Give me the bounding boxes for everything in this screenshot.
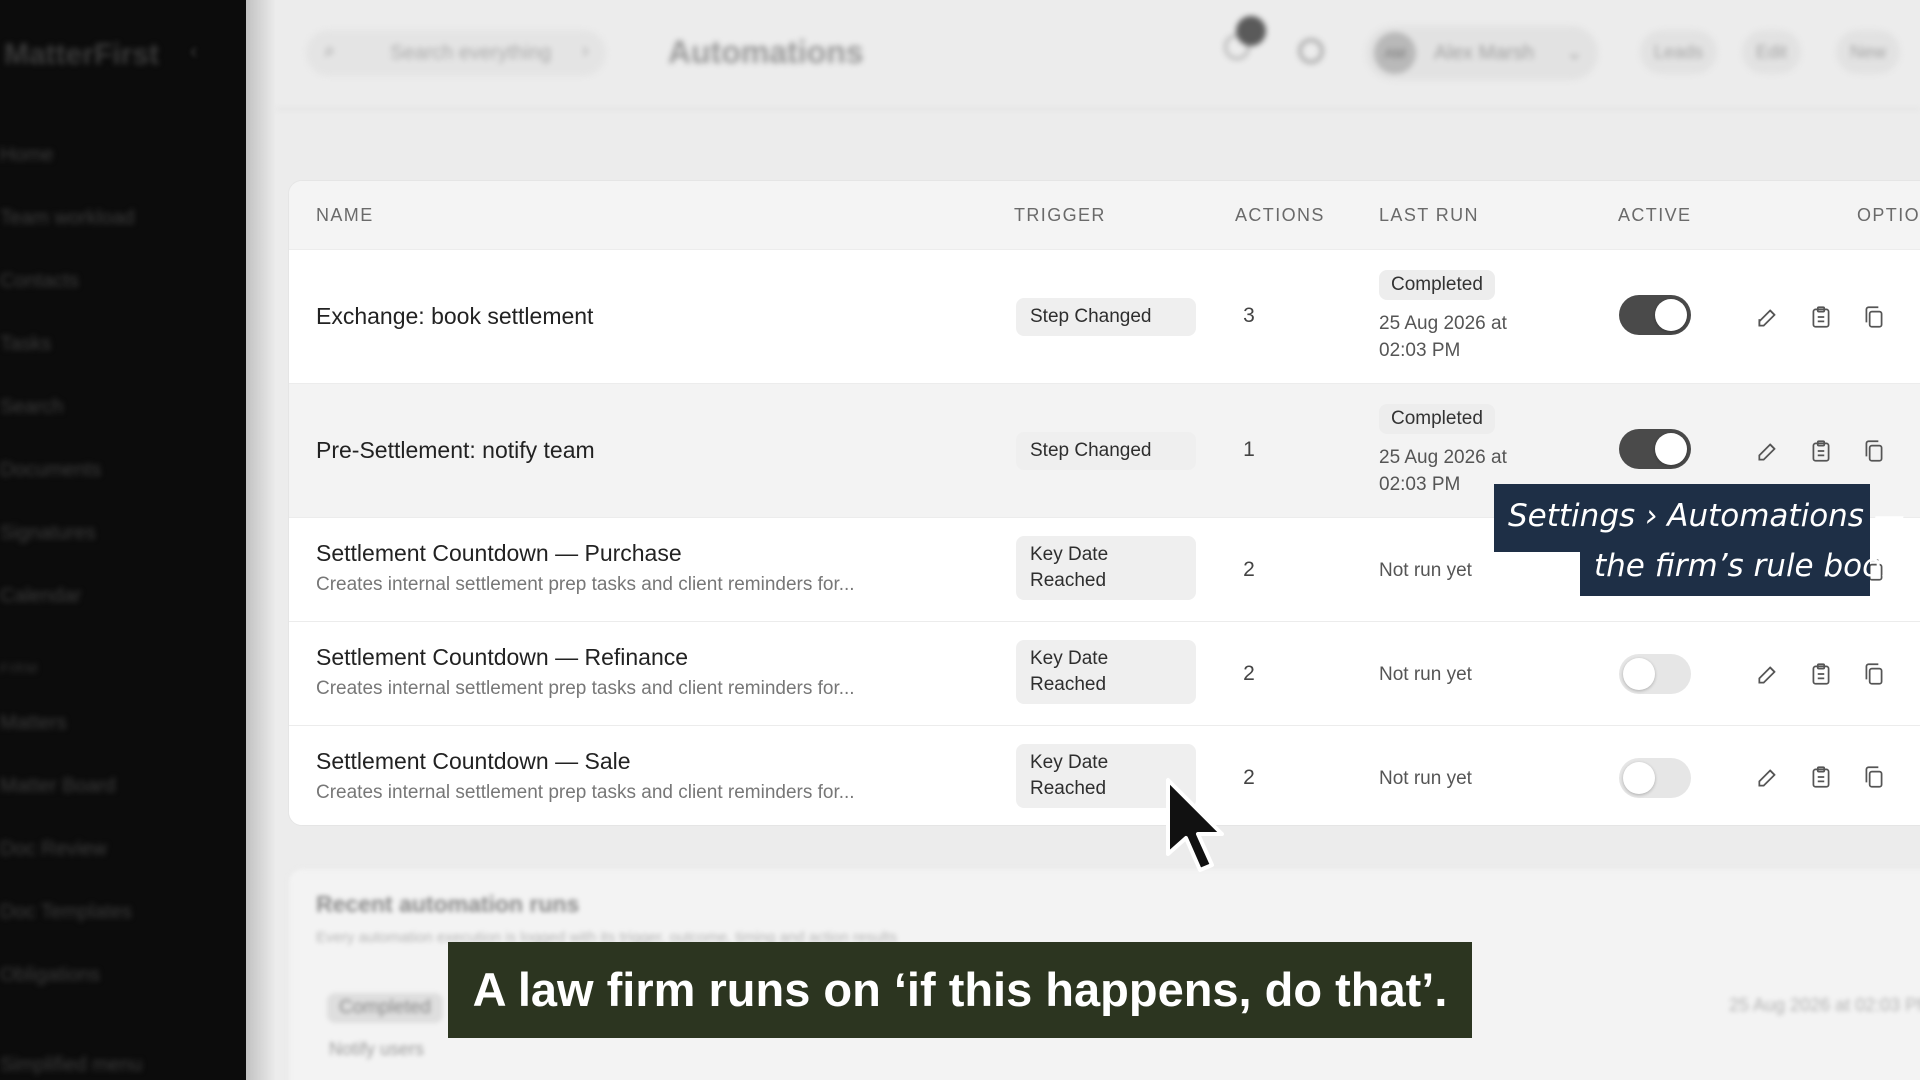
automation-description: Creates internal settlement prep tasks a…	[316, 574, 855, 595]
edit-button[interactable]: Edit	[1742, 30, 1802, 74]
active-toggle[interactable]	[1619, 758, 1691, 798]
user-menu[interactable]: AM Alex Marsh ⌄	[1366, 26, 1598, 80]
header-divider	[276, 108, 1920, 110]
last-run-status: Not run yet	[1379, 768, 1472, 789]
run-date: 25 Aug 2026 at 02:03 PM	[1729, 995, 1920, 1015]
collapse-sidebar-icon[interactable]: ‹	[190, 38, 197, 64]
video-caption: A law firm runs on ‘if this happens, do …	[448, 942, 1472, 1038]
callout-box-2: the firm’s rule book	[1580, 540, 1899, 596]
clipboard-icon[interactable]	[1808, 438, 1834, 464]
run-entry[interactable]: Notify users	[329, 1039, 424, 1060]
edit-icon[interactable]	[1755, 764, 1781, 790]
trigger-chip: Key Date Reached	[1016, 536, 1196, 600]
column-header-name[interactable]: NAME	[316, 205, 374, 226]
actions-count: 2	[1243, 558, 1255, 581]
search-icon: ⌕	[324, 40, 336, 62]
duplicate-icon[interactable]	[1861, 661, 1887, 687]
edit-icon[interactable]	[1755, 304, 1781, 330]
actions-count: 3	[1243, 304, 1255, 327]
trigger-chip: Step Changed	[1016, 432, 1196, 470]
page-title: Automations	[668, 34, 864, 70]
active-toggle[interactable]	[1619, 429, 1691, 469]
search-placeholder: Search everything	[390, 42, 552, 64]
sidebar-section-label: FIRM	[0, 660, 39, 676]
automation-name[interactable]: Exchange: book settlement	[316, 303, 593, 330]
toggle-knob	[1623, 658, 1655, 690]
sidebar-item-tasks[interactable]: Tasks	[0, 333, 51, 356]
sidebar: MatterFirst ‹ Home Team workload Contact…	[0, 0, 246, 1080]
edit-icon[interactable]	[1755, 661, 1781, 687]
duplicate-icon[interactable]	[1861, 304, 1887, 330]
leads-button[interactable]: Leads	[1640, 30, 1718, 74]
gear-icon[interactable]	[1298, 38, 1324, 64]
sidebar-item-documents[interactable]: Documents	[0, 459, 101, 482]
clipboard-icon[interactable]	[1808, 764, 1834, 790]
automation-name[interactable]: Pre-Settlement: notify team	[316, 437, 595, 464]
automation-description: Creates internal settlement prep tasks a…	[316, 782, 855, 803]
table-row[interactable]: Settlement Countdown — Sale Creates inte…	[289, 725, 1920, 825]
cursor-icon	[1160, 776, 1230, 876]
table-row[interactable]: Exchange: book settlement Step Changed 3…	[289, 249, 1920, 383]
sidebar-item-simplified-menu[interactable]: Simplified menu	[0, 1054, 142, 1077]
actions-count: 2	[1243, 662, 1255, 685]
sidebar-item-matters[interactable]: Matters	[0, 712, 67, 735]
last-run-status: Not run yet	[1379, 560, 1472, 581]
edit-icon[interactable]	[1755, 438, 1781, 464]
trigger-chip: Key Date Reached	[1016, 640, 1196, 704]
top-header: ⌕ Search everything › Automations AM Ale…	[276, 0, 1920, 108]
chevron-right-icon: ›	[582, 40, 589, 62]
column-header-trigger[interactable]: TRIGGER	[1014, 205, 1106, 226]
search-input[interactable]: ⌕ Search everything ›	[306, 30, 606, 76]
callout-line-1: Settings › Automations —	[1508, 498, 1905, 534]
column-header-options: OPTIO	[1857, 205, 1920, 225]
active-toggle[interactable]	[1619, 295, 1691, 335]
column-header-actions[interactable]: ACTIONS	[1235, 205, 1325, 226]
status-badge: Completed	[1379, 404, 1495, 434]
clipboard-icon[interactable]	[1808, 661, 1834, 687]
notification-dot	[1236, 16, 1266, 46]
sidebar-item-contacts[interactable]: Contacts	[0, 270, 79, 293]
sidebar-item-calendar[interactable]: Calendar	[0, 585, 81, 608]
sidebar-item-team-workload[interactable]: Team workload	[0, 207, 135, 230]
automation-name[interactable]: Settlement Countdown — Refinance	[316, 644, 688, 671]
trigger-chip: Step Changed	[1016, 298, 1196, 336]
actions-count: 2	[1243, 766, 1255, 789]
sidebar-item-home[interactable]: Home	[0, 144, 53, 167]
duplicate-icon[interactable]	[1861, 764, 1887, 790]
clipboard-icon[interactable]	[1808, 304, 1834, 330]
sidebar-item-doc-templates[interactable]: Doc Templates	[0, 901, 132, 924]
sidebar-item-obligations[interactable]: Obligations	[0, 964, 100, 987]
toggle-knob	[1655, 433, 1687, 465]
column-header-last-run[interactable]: LAST RUN	[1379, 205, 1479, 226]
column-header-active[interactable]: ACTIVE	[1618, 205, 1691, 226]
table-header: NAME TRIGGER ACTIONS LAST RUN ACTIVE OPT…	[289, 181, 1920, 249]
actions-count: 1	[1243, 438, 1255, 461]
sidebar-item-signatures[interactable]: Signatures	[0, 522, 96, 545]
chevron-down-icon: ⌄	[1566, 42, 1583, 64]
sidebar-item-search[interactable]: Search	[0, 396, 63, 419]
automation-name[interactable]: Settlement Countdown — Purchase	[316, 540, 682, 567]
new-button[interactable]: New	[1836, 30, 1901, 74]
brand-logo[interactable]: MatterFirst	[4, 38, 159, 72]
automation-name[interactable]: Settlement Countdown — Sale	[316, 748, 631, 775]
toggle-knob	[1623, 762, 1655, 794]
sidebar-item-matter-board[interactable]: Matter Board	[0, 775, 116, 798]
status-badge: Completed	[327, 993, 443, 1023]
recent-runs-title: Recent automation runs	[316, 891, 580, 917]
table-row[interactable]: Settlement Countdown — Refinance Creates…	[289, 621, 1920, 725]
automation-description: Creates internal settlement prep tasks a…	[316, 678, 855, 699]
sidebar-shadow	[246, 0, 276, 1080]
status-badge: Completed	[1379, 270, 1495, 300]
callout-line-2: the firm’s rule book	[1594, 548, 1900, 584]
duplicate-icon[interactable]	[1861, 438, 1887, 464]
last-run-status: Not run yet	[1379, 664, 1472, 685]
active-toggle[interactable]	[1619, 654, 1691, 694]
sidebar-item-doc-review[interactable]: Doc Review	[0, 838, 107, 861]
avatar: AM	[1374, 32, 1416, 74]
toggle-knob	[1655, 299, 1687, 331]
last-run-date: 25 Aug 2026 at 02:03 PM	[1379, 313, 1507, 361]
user-name: Alex Marsh	[1434, 42, 1535, 64]
